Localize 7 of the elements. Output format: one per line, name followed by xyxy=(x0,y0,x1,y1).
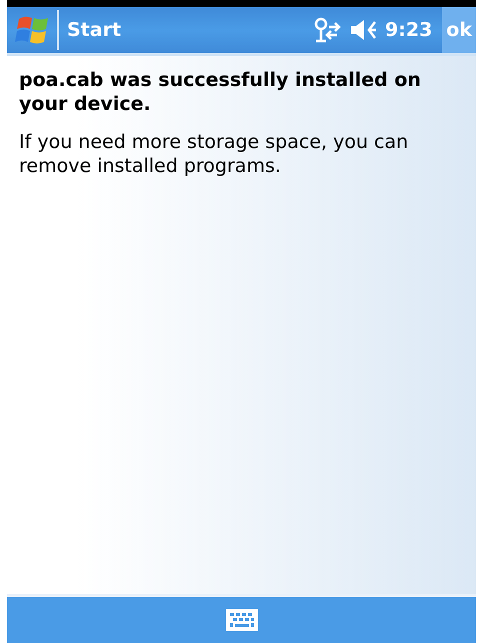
keyboard-icon[interactable] xyxy=(226,609,258,631)
clock-time[interactable]: 9:23 xyxy=(385,19,432,41)
success-heading: poa.cab was successfully installed on your device. xyxy=(19,68,422,116)
connectivity-icon[interactable] xyxy=(313,17,344,43)
window-title[interactable]: Start xyxy=(67,19,308,41)
ok-button[interactable]: ok xyxy=(442,7,476,53)
storage-hint: If you need more storage space, you can remove installed programs. xyxy=(19,130,410,178)
